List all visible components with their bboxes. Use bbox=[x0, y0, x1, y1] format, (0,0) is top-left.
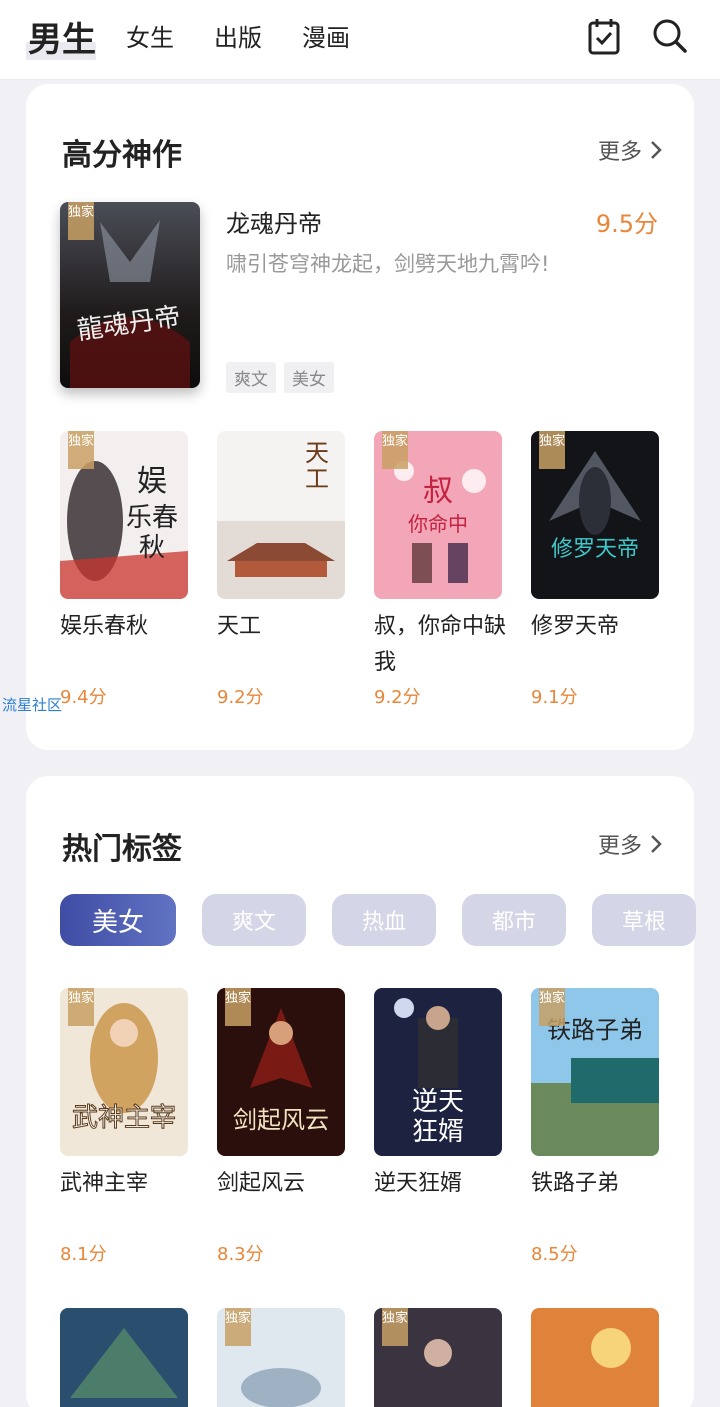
book-item[interactable]: 天 工 天工 9.2分 bbox=[217, 431, 347, 708]
top-rated-section: 高分神作 更多 龍魂丹帝 独家 龙魂丹帝 9.5分 啸引苍穹神龙起，剑劈天地九霄… bbox=[26, 84, 694, 750]
book-item[interactable]: 修罗天帝 独家 修罗天帝 9.1分 bbox=[531, 431, 661, 708]
book-item[interactable]: 叔 你命中 独家 叔，你命中缺我 9.2分 bbox=[374, 431, 506, 708]
book-title: 娱乐春秋 bbox=[60, 614, 149, 639]
exclusive-badge: 独家 bbox=[382, 431, 408, 469]
book-title: 武神主宰 bbox=[60, 1171, 149, 1196]
book-item[interactable]: 铁路子弟 独家 铁路子弟 8.5分 bbox=[531, 988, 661, 1265]
book-item[interactable] bbox=[60, 1308, 190, 1407]
tab-male[interactable]: 男生 bbox=[28, 12, 96, 61]
featured-book-title[interactable]: 龙魂丹帝 bbox=[226, 204, 322, 239]
svg-text:工: 工 bbox=[305, 465, 329, 493]
book-item[interactable] bbox=[531, 1308, 661, 1407]
chip-cool[interactable]: 爽文 bbox=[202, 894, 306, 946]
book-cover[interactable]: 独家 bbox=[217, 1308, 345, 1407]
book-score: 9.1分 bbox=[531, 687, 578, 708]
more-label: 更多 bbox=[597, 140, 642, 165]
book-score: 8.1分 bbox=[60, 1244, 107, 1265]
more-link[interactable]: 更多 bbox=[598, 828, 662, 860]
book-item[interactable]: 娱 乐春 秋 独家 娱乐春秋 9.4分 bbox=[60, 431, 190, 708]
tag-chips: 美女 爽文 热血 都市 草根 bbox=[60, 894, 696, 946]
svg-text:乐春: 乐春 bbox=[126, 503, 178, 533]
hot-tags-section: 热门标签 更多 美女 爽文 热血 都市 草根 武神主宰 独家 武神主宰 8.1分 bbox=[26, 776, 696, 1407]
more-link[interactable]: 更多 bbox=[598, 134, 662, 166]
chevron-right-icon bbox=[651, 141, 662, 159]
watermark-text: 流星社区 bbox=[2, 696, 63, 714]
exclusive-badge: 独家 bbox=[539, 431, 565, 469]
tab-publish[interactable]: 出版 bbox=[214, 18, 262, 53]
chip-grassroots[interactable]: 草根 bbox=[592, 894, 696, 946]
book-title: 天工 bbox=[217, 614, 262, 639]
svg-text:你命中: 你命中 bbox=[408, 512, 468, 536]
exclusive-badge: 独家 bbox=[68, 202, 94, 240]
svg-text:狂婿: 狂婿 bbox=[412, 1117, 464, 1147]
book-cover[interactable]: 剑起风云 独家 bbox=[217, 988, 345, 1156]
tab-comics[interactable]: 漫画 bbox=[302, 18, 350, 53]
book-title: 剑起风云 bbox=[217, 1171, 306, 1196]
book-item[interactable]: 武神主宰 独家 武神主宰 8.1分 bbox=[60, 988, 190, 1265]
svg-text:天: 天 bbox=[305, 439, 329, 467]
more-label: 更多 bbox=[597, 834, 642, 859]
book-title: 修罗天帝 bbox=[531, 614, 620, 639]
book-cover[interactable]: 逆天 狂婿 bbox=[374, 988, 502, 1156]
svg-text:修罗天帝: 修罗天帝 bbox=[551, 537, 639, 562]
svg-text:叔: 叔 bbox=[423, 474, 453, 509]
book-item[interactable]: 独家 bbox=[374, 1308, 504, 1407]
book-cover[interactable]: 天 工 bbox=[217, 431, 345, 599]
book-cover[interactable]: 修罗天帝 独家 bbox=[531, 431, 659, 599]
book-cover[interactable]: 铁路子弟 独家 bbox=[531, 988, 659, 1156]
svg-text:秋: 秋 bbox=[139, 533, 165, 563]
book-score: 9.2分 bbox=[374, 687, 421, 708]
exclusive-badge: 独家 bbox=[68, 988, 94, 1026]
top-nav: 男生 女生 出版 漫画 bbox=[0, 0, 720, 80]
exclusive-badge: 独家 bbox=[382, 1308, 408, 1346]
book-cover[interactable]: 武神主宰 独家 bbox=[60, 988, 188, 1156]
featured-book-tags: 爽文 美女 bbox=[226, 362, 334, 393]
book-item[interactable]: 剑起风云 独家 剑起风云 8.3分 bbox=[217, 988, 347, 1265]
book-cover[interactable]: 独家 bbox=[374, 1308, 502, 1407]
section-title: 热门标签 bbox=[62, 832, 182, 867]
exclusive-badge: 独家 bbox=[539, 988, 565, 1026]
chevron-right-icon bbox=[651, 835, 662, 853]
book-title: 逆天狂婿 bbox=[374, 1171, 463, 1196]
book-item[interactable]: 独家 bbox=[217, 1308, 347, 1407]
book-title: 铁路子弟 bbox=[531, 1171, 620, 1196]
book-title: 叔，你命中缺我 bbox=[374, 614, 507, 675]
svg-text:娱: 娱 bbox=[137, 464, 167, 499]
book-cover[interactable]: 叔 你命中 独家 bbox=[374, 431, 502, 599]
featured-book-cover[interactable]: 龍魂丹帝 独家 bbox=[60, 202, 200, 388]
book-cover[interactable] bbox=[60, 1308, 188, 1407]
book-cover[interactable] bbox=[531, 1308, 659, 1407]
tab-female[interactable]: 女生 bbox=[126, 18, 174, 53]
svg-text:武神主宰: 武神主宰 bbox=[72, 1103, 176, 1133]
book-cover[interactable]: 娱 乐春 秋 独家 bbox=[60, 431, 188, 599]
book-score: 8.5分 bbox=[531, 1244, 578, 1265]
svg-text:逆天: 逆天 bbox=[412, 1087, 464, 1117]
tag[interactable]: 爽文 bbox=[226, 362, 276, 393]
section-title: 高分神作 bbox=[62, 138, 182, 173]
exclusive-badge: 独家 bbox=[225, 1308, 251, 1346]
featured-book-description: 啸引苍穹神龙起，剑劈天地九霄吟! bbox=[226, 252, 550, 276]
featured-book-score: 9.5分 bbox=[595, 210, 658, 238]
exclusive-badge: 独家 bbox=[68, 431, 94, 469]
book-score: 9.4分 bbox=[60, 687, 107, 708]
book-score: 8.3分 bbox=[217, 1244, 264, 1265]
exclusive-badge: 独家 bbox=[225, 988, 251, 1026]
chip-urban[interactable]: 都市 bbox=[462, 894, 566, 946]
svg-text:剑起风云: 剑起风云 bbox=[233, 1106, 329, 1134]
book-item[interactable]: 逆天 狂婿 逆天狂婿 bbox=[374, 988, 504, 1238]
chip-beauty[interactable]: 美女 bbox=[60, 894, 176, 946]
search-icon[interactable] bbox=[652, 16, 688, 56]
book-score: 9.2分 bbox=[217, 687, 264, 708]
tag[interactable]: 美女 bbox=[284, 362, 334, 393]
chip-passion[interactable]: 热血 bbox=[332, 894, 436, 946]
checklist-icon[interactable] bbox=[586, 16, 622, 56]
